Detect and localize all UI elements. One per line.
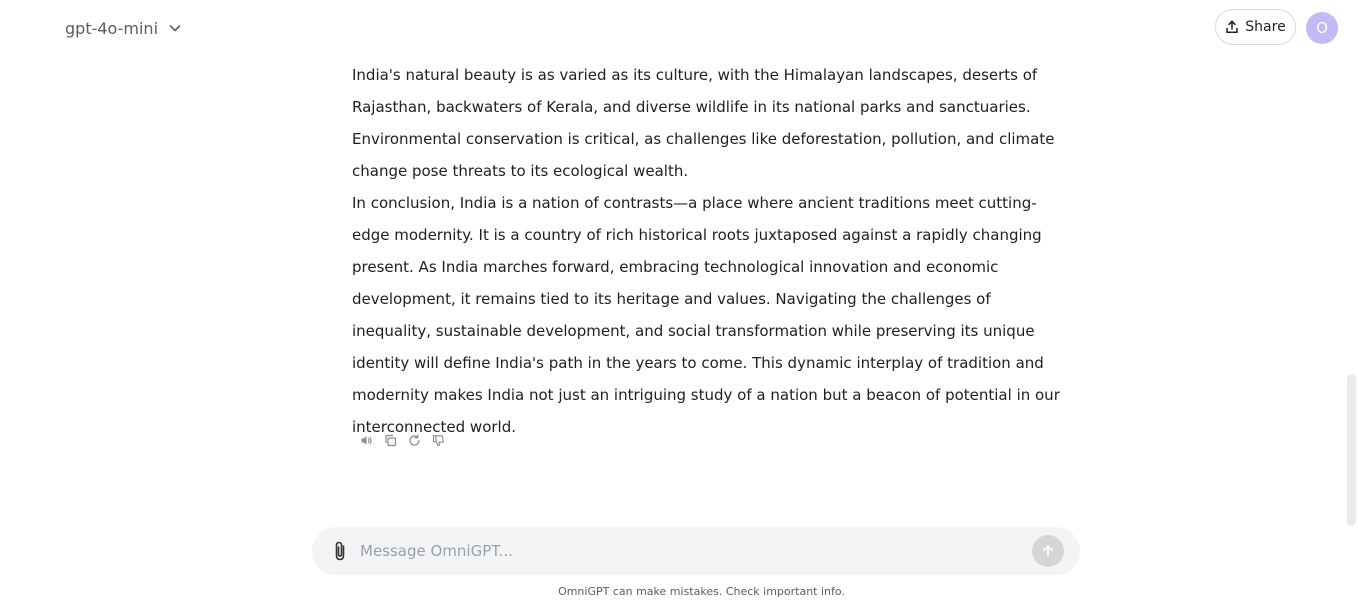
regenerate-icon[interactable]: [406, 432, 422, 448]
share-label: Share: [1245, 19, 1286, 35]
assistant-message: India's natural beauty is as varied as i…: [352, 59, 1072, 443]
model-name: gpt-4o-mini: [65, 18, 159, 38]
share-icon: [1226, 20, 1239, 34]
thumbs-down-icon[interactable]: [430, 432, 446, 448]
disclaimer-text: OmniGPT can make mistakes. Check importa…: [558, 585, 845, 598]
message-paragraph: In conclusion, India is a nation of cont…: [352, 194, 1060, 436]
copy-icon[interactable]: [382, 432, 398, 448]
speaker-icon[interactable]: [358, 432, 374, 448]
paperclip-icon[interactable]: [329, 539, 351, 563]
message-paragraph: India's natural beauty is as varied as i…: [352, 66, 1055, 180]
arrow-up-icon: [1043, 545, 1053, 557]
message-input[interactable]: [360, 539, 1020, 563]
send-button[interactable]: [1032, 535, 1064, 567]
model-selector[interactable]: gpt-4o-mini: [65, 16, 182, 40]
share-button[interactable]: Share: [1215, 9, 1296, 45]
chevron-down-icon: [169, 25, 181, 32]
scrollbar-thumb[interactable]: [1347, 374, 1356, 526]
message-composer: [312, 527, 1080, 575]
avatar[interactable]: O: [1306, 12, 1338, 44]
message-actions: [358, 432, 446, 448]
